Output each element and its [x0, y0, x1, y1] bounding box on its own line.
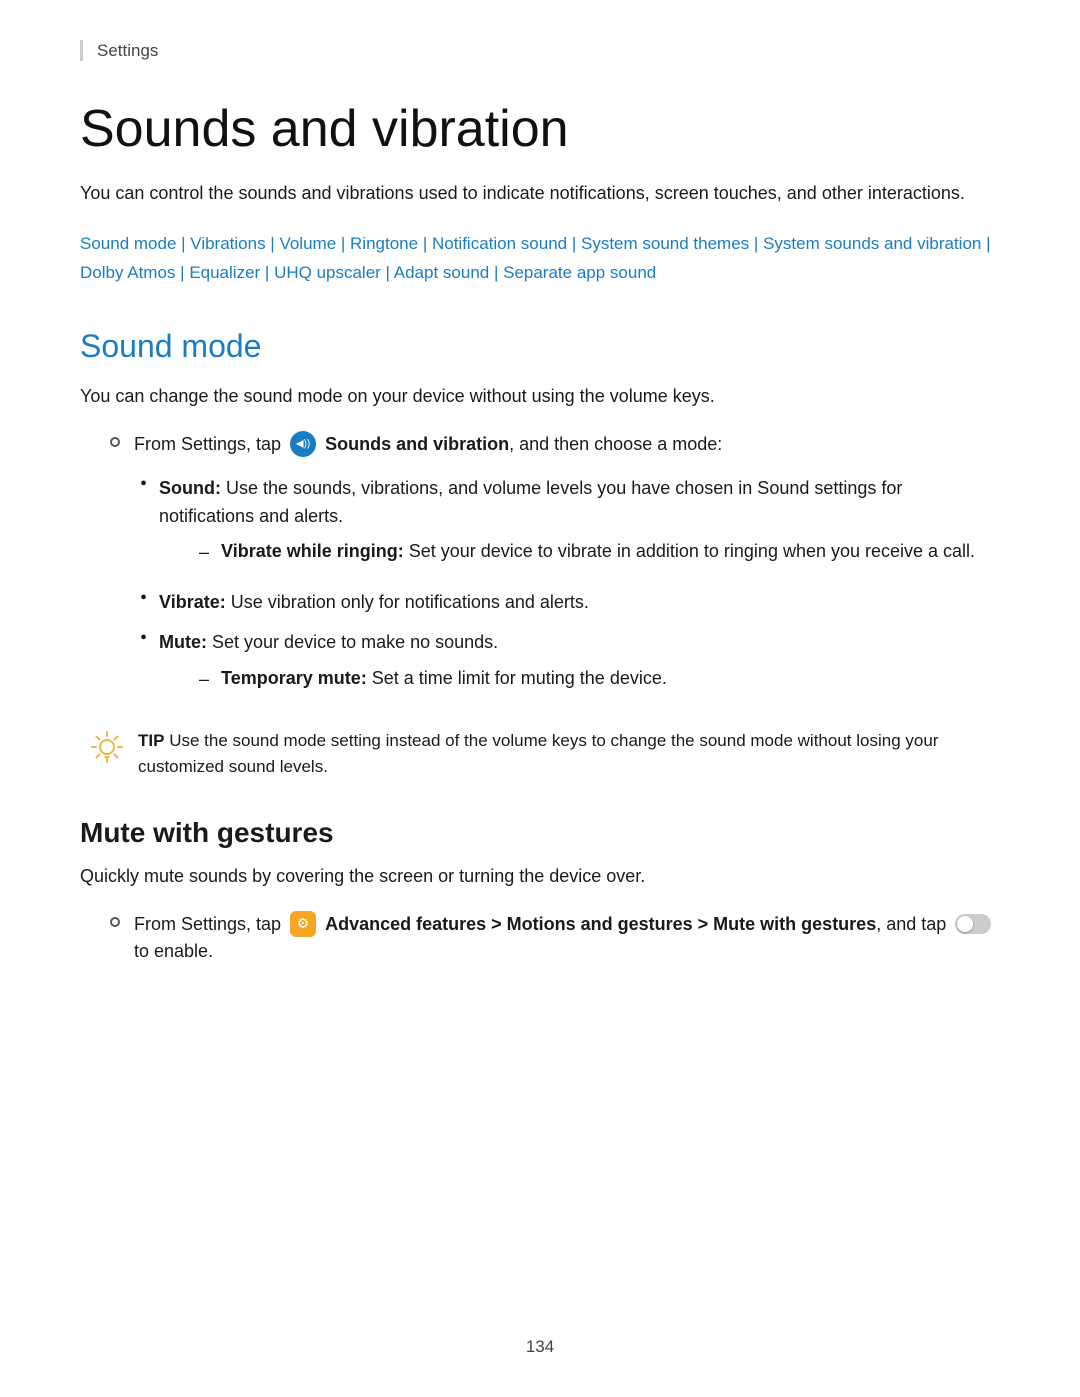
breadcrumb: Settings	[80, 40, 1000, 61]
mute-gestures-instruction-text: From Settings, tap Advanced features > M…	[134, 911, 1000, 967]
page-number: 134	[0, 1337, 1080, 1357]
nav-link-separate-app-sound[interactable]: Separate app sound	[503, 263, 656, 282]
sound-mode-items: • Sound: Use the sounds, vibrations, and…	[80, 475, 1000, 704]
nav-link-equalizer[interactable]: Equalizer	[189, 263, 260, 282]
sound-mode-instruction-text: From Settings, tap Sounds and vibration,…	[134, 431, 722, 459]
tip-sun-icon	[90, 730, 124, 764]
tip-label: TIP	[138, 731, 164, 750]
tip-content: TIP Use the sound mode setting instead o…	[138, 728, 1000, 781]
tip-box: TIP Use the sound mode setting instead o…	[80, 728, 1000, 781]
nav-link-sound-mode[interactable]: Sound mode	[80, 234, 176, 253]
mute-gestures-description: Quickly mute sounds by covering the scre…	[80, 863, 1000, 891]
sounds-vibration-label: Sounds and vibration	[325, 434, 509, 454]
sounds-and-vibration-icon	[290, 431, 316, 457]
temp-mute-label: Temporary mute:	[221, 668, 367, 688]
nav-link-uhq-upscaler[interactable]: UHQ upscaler	[274, 263, 381, 282]
nav-link-system-sound-themes[interactable]: System sound themes	[581, 234, 749, 253]
tip-body-text: Use the sound mode setting instead of th…	[138, 731, 938, 776]
nav-link-notification-sound[interactable]: Notification sound	[432, 234, 567, 253]
dash-symbol-2: –	[199, 666, 209, 694]
toggle-switch-icon[interactable]	[955, 914, 991, 934]
tip-icon	[90, 730, 124, 769]
sound-mode-description: You can change the sound mode on your de…	[80, 383, 1000, 411]
dash-item-vibrate-ringing: – Vibrate while ringing: Set your device…	[199, 538, 1000, 567]
advanced-features-icon	[290, 911, 316, 937]
list-item-vibrate: • Vibrate: Use vibration only for notifi…	[140, 589, 1000, 617]
breadcrumb-label: Settings	[97, 41, 158, 60]
nav-link-ringtone[interactable]: Ringtone	[350, 234, 418, 253]
sound-item-text: Sound: Use the sounds, vibrations, and v…	[159, 475, 1000, 578]
bullet-dot-mute: •	[140, 627, 147, 650]
bullet-circle-mute-gestures	[110, 917, 120, 927]
temp-mute-text: Temporary mute: Set a time limit for mut…	[221, 665, 667, 693]
bullet-circle-sound-mode	[110, 437, 120, 447]
mute-gestures-heading: Mute with gestures	[80, 817, 1000, 849]
vibrate-item-text: Vibrate: Use vibration only for notifica…	[159, 589, 589, 617]
sound-label: Sound:	[159, 478, 221, 498]
sound-mode-heading: Sound mode	[80, 328, 1000, 365]
vibrate-ringing-text: Vibrate while ringing: Set your device t…	[221, 538, 975, 566]
vibrate-ringing-label: Vibrate while ringing:	[221, 541, 404, 561]
advanced-features-label: Advanced features > Motions and gestures…	[325, 914, 876, 934]
intro-paragraph: You can control the sounds and vibration…	[80, 180, 1000, 208]
sound-sub-items: – Vibrate while ringing: Set your device…	[159, 538, 1000, 567]
mute-item-text: Mute: Set your device to make no sounds.…	[159, 629, 667, 704]
nav-link-vibrations[interactable]: Vibrations	[190, 234, 265, 253]
list-item-sound: • Sound: Use the sounds, vibrations, and…	[140, 475, 1000, 578]
mute-gestures-instruction: From Settings, tap Advanced features > M…	[80, 911, 1000, 967]
dash-symbol-1: –	[199, 539, 209, 567]
nav-link-dolby-atmos[interactable]: Dolby Atmos	[80, 263, 175, 282]
dash-item-temp-mute: – Temporary mute: Set a time limit for m…	[199, 665, 667, 694]
bullet-dot-vibrate: •	[140, 587, 147, 610]
nav-link-system-sounds-vibration[interactable]: System sounds and vibration	[763, 234, 981, 253]
page-container: Settings Sounds and vibration You can co…	[0, 0, 1080, 1397]
mute-sub-items: – Temporary mute: Set a time limit for m…	[159, 665, 667, 694]
vibrate-label: Vibrate:	[159, 592, 226, 612]
list-item-mute: • Mute: Set your device to make no sound…	[140, 629, 1000, 704]
page-title: Sounds and vibration	[80, 101, 1000, 158]
nav-link-volume[interactable]: Volume	[279, 234, 336, 253]
bullet-dot-sound: •	[140, 473, 147, 496]
mute-label: Mute:	[159, 632, 207, 652]
nav-link-adapt-sound[interactable]: Adapt sound	[394, 263, 489, 282]
sound-mode-instruction: From Settings, tap Sounds and vibration,…	[80, 431, 1000, 459]
nav-links: Sound mode | Vibrations | Volume | Ringt…	[80, 230, 1000, 288]
